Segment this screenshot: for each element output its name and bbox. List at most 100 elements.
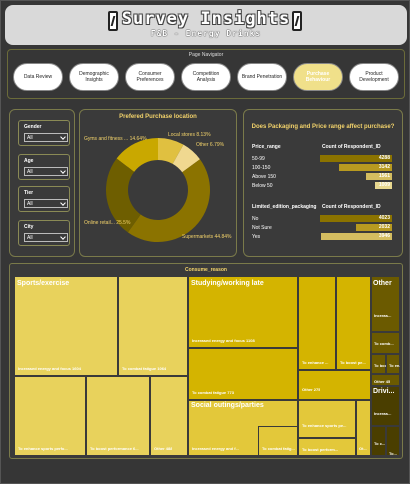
donut-slice-supermarkets[interactable] [127, 159, 211, 243]
treemap-cell-label: To boost perform... [302, 447, 339, 452]
count-header: Count of Respondent_ID [322, 144, 381, 150]
treemap-cell-label: Increased energy and focus 1604 [18, 366, 81, 371]
treemap-title: Consume_reason [185, 267, 227, 273]
nav-button-consumer-preferences[interactable]: Consumer Preferences [125, 63, 175, 91]
table-bar-value: 4288 [378, 155, 390, 161]
filter-label: City [24, 224, 34, 230]
treemap-cell[interactable]: To boost performance 6... [86, 376, 150, 456]
treemap-cell-label: To enhance ... [302, 360, 329, 365]
treemap-cell[interactable]: To combat fatigue 773 [188, 348, 298, 400]
chevron-down-icon [60, 134, 66, 140]
city-filter: City All [18, 220, 70, 246]
treemap-cell[interactable]: To enhance sports pe... [298, 400, 356, 438]
dashboard-frame: Survey Insights F&B - Energy Drinks Page… [0, 0, 410, 484]
nav-button-demographic-insights[interactable]: Demographic Insights [69, 63, 119, 91]
treemap-cell-label: To enhance sports perfo... [18, 446, 68, 451]
treemap-group-social: Social outings/parties [191, 402, 264, 409]
chevron-down-icon [60, 234, 66, 240]
donut-label-online: Online retail... 25.5% [84, 220, 131, 226]
treemap-group-studying: Studying/working late [191, 280, 264, 287]
city-dropdown[interactable]: All [24, 233, 68, 242]
packaging-header: Limited_edition_packaging [252, 204, 317, 210]
treemap-cell-label: To boost... [374, 363, 386, 368]
filter-panel: Gender All Age All Tier All City All [9, 109, 75, 257]
treemap-cell-label: Other 45 [374, 379, 391, 384]
treemap-cell[interactable]: To combat fatig... [258, 426, 298, 456]
nav-button-brand-penetration[interactable]: Brand Penetration [237, 63, 287, 91]
table-bar[interactable]: 4023 [320, 215, 392, 222]
treemap-cell-label: Increased energy and f... [192, 446, 239, 451]
filter-label: Age [24, 158, 34, 164]
treemap-cell[interactable]: To comb... [371, 332, 400, 354]
navigator-title: Page Navigator [188, 52, 224, 58]
energy-can-icon [108, 11, 118, 31]
table-bar[interactable]: 4288 [320, 155, 392, 162]
treemap-cell-label: To c... [374, 441, 386, 446]
chevron-down-icon [60, 200, 66, 206]
nav-button-data-review[interactable]: Data Review [13, 63, 63, 91]
packaging-price-panel: Does Packaging and Price range affect pu… [243, 109, 403, 257]
treemap-cell[interactable]: Ot... [356, 400, 371, 456]
treemap-cell[interactable]: To boost... [371, 354, 386, 374]
treemap-cell-label: To comb... [374, 341, 394, 346]
age-filter: Age All [18, 154, 70, 180]
table-bar[interactable]: 3946 [321, 233, 392, 240]
donut-label-local-stores: Local stores 8.13% [168, 132, 211, 138]
treemap-cell-label: To boost pe... [340, 360, 366, 365]
treemap-cell-label: To en... [389, 363, 400, 368]
treemap-cell[interactable]: To boost perform... [298, 438, 356, 456]
treemap-cell-label: To combat fatigue 773 [192, 390, 234, 395]
nav-button-product-development[interactable]: Product Development [349, 63, 399, 91]
page-subtitle: F&B - Energy Drinks [150, 29, 262, 38]
treemap-cell[interactable]: Other 488 [150, 376, 188, 456]
treemap-cell-label: Ot... [359, 446, 367, 451]
treemap-cell[interactable]: To enhance ... [298, 276, 336, 370]
treemap-cell[interactable]: Increased energy and focus 1604 [14, 276, 118, 376]
purchase-location-panel: Prefered Purchase location Gyms and fitn… [79, 109, 237, 257]
treemap-cell[interactable]: To c... [371, 426, 386, 456]
donut-label-other: Other 6.79% [196, 142, 225, 148]
treemap-cell[interactable]: Other 45 [371, 374, 400, 386]
table-row-label: 100-150 [252, 165, 271, 171]
table-row-label: Below 50 [252, 183, 273, 189]
treemap-cell[interactable]: To enhance sports perfo... [14, 376, 86, 456]
table-bar[interactable]: 3142 [339, 164, 392, 171]
tier-dropdown[interactable]: All [24, 199, 68, 208]
gender-filter: Gender All [18, 120, 70, 146]
nav-button-competition-analysis[interactable]: Competition Analysis [181, 63, 231, 91]
consume-reason-panel: Consume_reason Increased energy and focu… [9, 263, 403, 459]
table-bar[interactable]: 2032 [356, 224, 392, 231]
nav-button-purchase-behaviour[interactable]: Purchase Behaviour [293, 63, 343, 91]
treemap-group-driving: Drivi... [373, 388, 395, 395]
energy-can-icon [292, 11, 302, 31]
treemap-cell[interactable]: To en... [386, 354, 400, 374]
treemap-cell[interactable]: To boost pe... [336, 276, 371, 370]
pack-count-header: Count of Respondent_ID [322, 204, 381, 210]
gender-dropdown[interactable]: All [24, 133, 68, 142]
table-bar[interactable]: 1009 [375, 182, 392, 189]
treemap-cell[interactable]: To combat fatigue 1064 [118, 276, 188, 376]
treemap-cell-label: To boost performance 6... [90, 446, 139, 451]
donut-label-supermarkets: Supermarkets 44.84% [182, 234, 232, 240]
packaging-title: Does Packaging and Price range affect pu… [251, 124, 395, 130]
page-navigator: Page Navigator Data Review Demographic I… [7, 49, 405, 99]
age-dropdown[interactable]: All [24, 167, 68, 176]
treemap-cell[interactable]: To... [386, 426, 400, 456]
treemap-cell-label: Other 488 [154, 446, 173, 451]
table-bar[interactable]: 1561 [366, 173, 392, 180]
treemap-group-sports: Sports/exercise [17, 280, 70, 287]
header-banner: Survey Insights F&B - Energy Drinks [5, 5, 407, 45]
table-row-label: Not Sure [252, 225, 272, 231]
filter-label: Tier [24, 190, 34, 196]
price-range-header: Price_range [252, 144, 281, 150]
table-bar-value: 4023 [378, 215, 390, 221]
filter-label: Gender [24, 124, 42, 130]
treemap-cell[interactable]: Other 275 [298, 370, 371, 400]
table-bar-value: 1561 [378, 173, 390, 179]
treemap-cell-label: To combat fatig... [262, 446, 295, 451]
treemap-cell-label: Increas... [374, 411, 392, 416]
table-row-label: No [252, 216, 259, 222]
treemap-cell-label: To enhance sports pe... [302, 423, 347, 428]
table-bar-value: 1009 [378, 182, 390, 188]
donut-label-gyms: Gyms and fitness ... 14.64% [84, 136, 147, 142]
